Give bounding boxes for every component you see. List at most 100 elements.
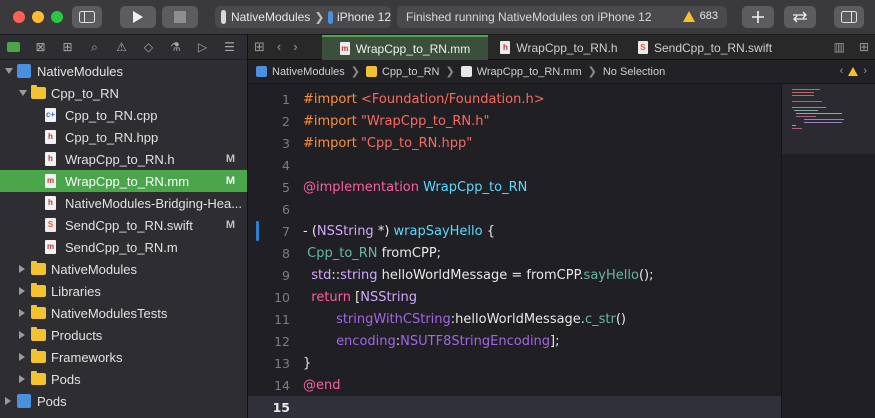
- code-line[interactable]: 2 #import "WrapCpp_to_RN.h": [248, 110, 781, 132]
- editor-tab[interactable]: m WrapCpp_to_RN.mm: [322, 35, 488, 60]
- code-line[interactable]: 8 Cpp_to_RN fromCPP;: [248, 242, 781, 264]
- back-chevron-icon[interactable]: ‹: [277, 39, 281, 55]
- navigator-group-row[interactable]: Frameworks: [0, 346, 247, 368]
- disclosure-closed-icon[interactable]: [19, 265, 25, 273]
- close-window-button[interactable]: [13, 11, 25, 23]
- jumpbar-item[interactable]: NativeModules: [256, 66, 345, 78]
- navigator-file-row[interactable]: c+ Cpp_to_RN.cpp: [0, 104, 247, 126]
- navigator-file-row[interactable]: h WrapCpp_to_RN.h M: [0, 148, 247, 170]
- stop-button[interactable]: [162, 6, 198, 28]
- inspector-toggle-button[interactable]: [834, 6, 864, 28]
- navigator-group-row[interactable]: NativeModulesTests: [0, 302, 247, 324]
- next-issue-icon[interactable]: ›: [863, 65, 867, 77]
- navigator-toggle-button[interactable]: [72, 6, 102, 28]
- code-line[interactable]: 14 @end: [248, 374, 781, 396]
- line-number[interactable]: 7: [248, 224, 290, 239]
- code-review-button[interactable]: [784, 6, 816, 28]
- navigator-group-row[interactable]: Pods: [0, 368, 247, 390]
- line-number[interactable]: 13: [248, 356, 290, 371]
- library-add-button[interactable]: [742, 6, 774, 28]
- code-text: std::string helloWorldMessage = fromCPP.…: [303, 268, 653, 283]
- line-number[interactable]: 11: [248, 312, 290, 327]
- editor-tab[interactable]: h WrapCpp_to_RN.h: [488, 35, 630, 60]
- jumpbar-item-label: NativeModules: [272, 65, 345, 78]
- jumpbar-item[interactable]: No Selection: [603, 66, 665, 78]
- code-line[interactable]: 10 return [NSString: [248, 286, 781, 308]
- code-line[interactable]: 9 std::string helloWorldMessage = fromCP…: [248, 264, 781, 286]
- editor-tab-label: WrapCpp_to_RN.mm: [355, 41, 471, 56]
- line-number[interactable]: 6: [248, 202, 290, 217]
- tab-debug-navigator[interactable]: ⚗: [162, 35, 189, 60]
- line-number[interactable]: 3: [248, 136, 290, 151]
- line-number[interactable]: 4: [248, 158, 290, 173]
- minimap[interactable]: [781, 84, 875, 418]
- code-line[interactable]: 12 encoding:NSUTF8StringEncoding];: [248, 330, 781, 352]
- jumpbar-item[interactable]: WrapCpp_to_RN.mm: [460, 66, 582, 78]
- m-file-icon: m: [45, 240, 56, 254]
- tab-issue-navigator[interactable]: ⚠: [108, 35, 135, 60]
- tab-find-navigator[interactable]: ⌕: [81, 35, 108, 60]
- code-line[interactable]: 1 #import <Foundation/Foundation.h>: [248, 88, 781, 110]
- disclosure-closed-icon[interactable]: [19, 287, 25, 295]
- navigator-file-row[interactable]: S SendCpp_to_RN.swift M: [0, 214, 247, 236]
- code-line[interactable]: 13}: [248, 352, 781, 374]
- tab-breakpoint-navigator[interactable]: ▷: [189, 35, 216, 60]
- warning-badge[interactable]: 683: [682, 10, 718, 22]
- line-number[interactable]: 5: [248, 180, 290, 195]
- editor-tab[interactable]: S SendCpp_to_RN.swift: [630, 35, 780, 60]
- line-number[interactable]: 15: [248, 400, 290, 415]
- navigator-group-row[interactable]: Products: [0, 324, 247, 346]
- navigator-file-row[interactable]: h NativeModules-Bridging-Hea...: [0, 192, 247, 214]
- navigator-group-row[interactable]: Pods: [0, 390, 247, 412]
- disclosure-closed-icon[interactable]: [19, 375, 25, 383]
- code-line[interactable]: 11 stringWithCString:helloWorldMessage.c…: [248, 308, 781, 330]
- navigator-group-row[interactable]: NativeModules: [0, 258, 247, 280]
- navigator-group-row[interactable]: Libraries: [0, 280, 247, 302]
- tab-project-navigator[interactable]: [0, 35, 27, 60]
- disclosure-closed-icon[interactable]: [19, 331, 25, 339]
- navigator-group-row[interactable]: NativeModules: [0, 60, 247, 82]
- jumpbar-item[interactable]: Cpp_to_RN: [365, 66, 439, 78]
- code-line[interactable]: 6: [248, 198, 781, 220]
- navigator-file-row[interactable]: h Cpp_to_RN.hpp: [0, 126, 247, 148]
- run-button[interactable]: [120, 6, 156, 28]
- code-line[interactable]: 15: [248, 396, 781, 418]
- add-editor-icon[interactable]: ⊞: [859, 40, 869, 54]
- code-line[interactable]: 7 - (NSString *) wrapSayHello {: [248, 220, 781, 242]
- source-editor: ⊞ ‹ › m WrapCpp_to_RN.mm h WrapCpp_to_RN.h S…: [248, 35, 875, 418]
- warning-icon[interactable]: [848, 66, 859, 76]
- line-number[interactable]: 9: [248, 268, 290, 283]
- line-number[interactable]: 14: [248, 378, 290, 393]
- disclosure-closed-icon[interactable]: [19, 353, 25, 361]
- line-number[interactable]: 1: [248, 92, 290, 107]
- zoom-window-button[interactable]: [51, 11, 63, 23]
- tab-test-navigator[interactable]: ◇: [135, 35, 162, 60]
- line-number[interactable]: 2: [248, 114, 290, 129]
- disclosure-open-icon[interactable]: [19, 90, 27, 96]
- editor-options-icon[interactable]: ▥: [834, 40, 845, 54]
- forward-chevron-icon[interactable]: ›: [293, 39, 297, 55]
- tab-symbol-navigator[interactable]: ⊞: [54, 35, 81, 60]
- device-name[interactable]: iPhone 12: [337, 10, 391, 24]
- tab-report-navigator[interactable]: ☰: [216, 35, 243, 60]
- grid-icon[interactable]: ⊞: [254, 39, 265, 55]
- line-number[interactable]: 12: [248, 334, 290, 349]
- h-file-icon: h: [45, 152, 56, 166]
- tab-source-control[interactable]: ⊠: [27, 35, 54, 60]
- window-toolbar: NativeModules ❯ iPhone 12 Finished runni…: [0, 0, 875, 35]
- navigator-group-row[interactable]: Cpp_to_RN: [0, 82, 247, 104]
- disclosure-open-icon[interactable]: [5, 68, 13, 74]
- disclosure-closed-icon[interactable]: [19, 309, 25, 317]
- navigator-file-row[interactable]: m SendCpp_to_RN.m: [0, 236, 247, 258]
- minimize-window-button[interactable]: [32, 11, 44, 23]
- line-number[interactable]: 10: [248, 290, 290, 305]
- disclosure-closed-icon[interactable]: [5, 397, 11, 405]
- code-line[interactable]: 5 @implementation WrapCpp_to_RN: [248, 176, 781, 198]
- code-line[interactable]: 3 #import "Cpp_to_RN.hpp": [248, 132, 781, 154]
- code-line[interactable]: 4: [248, 154, 781, 176]
- line-number[interactable]: 8: [248, 246, 290, 261]
- code-token: #import: [303, 136, 361, 151]
- navigator-file-row[interactable]: m WrapCpp_to_RN.mm M: [0, 170, 247, 192]
- previous-issue-icon[interactable]: ‹: [840, 65, 844, 77]
- scheme-selector[interactable]: NativeModules ❯ iPhone 12: [215, 6, 391, 28]
